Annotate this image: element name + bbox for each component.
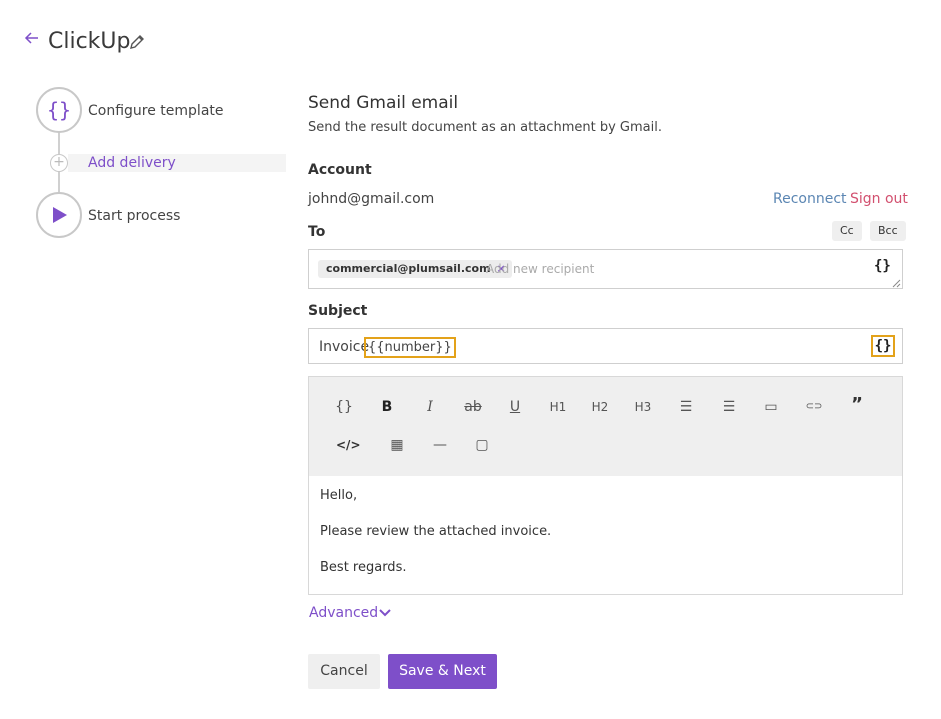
account-label: Account — [308, 162, 372, 178]
chevron-down-icon[interactable] — [378, 606, 392, 620]
sign-out-link[interactable]: Sign out — [850, 190, 908, 208]
advanced-toggle[interactable]: Advanced — [309, 604, 378, 622]
link-icon[interactable]: ⊂⊃ — [802, 396, 826, 418]
heading1-icon[interactable]: H1 — [546, 396, 570, 418]
recipient-chip: commercial@plumsail.com × — [318, 260, 512, 278]
strikethrough-icon[interactable]: ab — [461, 396, 485, 418]
braces-icon: {} — [46, 98, 72, 122]
form-title: Send Gmail email — [308, 93, 459, 113]
table-icon[interactable]: ▦ — [385, 434, 409, 456]
to-insert-token-icon[interactable]: {} — [874, 258, 891, 274]
plus-icon[interactable]: + — [50, 154, 68, 172]
step-configure-template-icon[interactable]: {} — [36, 87, 82, 133]
cancel-button[interactable]: Cancel — [308, 654, 380, 689]
body-line: Hello, — [320, 488, 358, 503]
subject-text: Invoice — [319, 339, 370, 355]
save-next-button[interactable]: Save & Next — [388, 654, 497, 689]
step-configure-template-label[interactable]: Configure template — [88, 102, 224, 120]
source-code-icon[interactable]: ▢ — [470, 434, 494, 456]
bcc-button[interactable]: Bcc — [870, 221, 906, 241]
body-line: Please review the attached invoice. — [320, 524, 552, 539]
bold-icon[interactable]: B — [375, 396, 399, 418]
pencil-icon[interactable] — [128, 33, 146, 51]
heading2-icon[interactable]: H2 — [588, 396, 612, 418]
step-start-process-icon[interactable] — [36, 192, 82, 238]
editor-toolbar — [308, 376, 903, 476]
italic-icon[interactable]: I — [418, 396, 442, 418]
account-email: johnd@gmail.com — [308, 191, 435, 207]
heading3-icon[interactable]: H3 — [631, 396, 655, 418]
reconnect-link[interactable]: Reconnect — [773, 190, 847, 208]
image-icon[interactable]: ▭ — [759, 396, 783, 418]
back-arrow-icon[interactable] — [24, 30, 40, 52]
code-icon[interactable]: </> — [336, 434, 361, 456]
recipient-input-placeholder[interactable]: Add new recipient — [486, 261, 594, 277]
page-title: ClickUp — [48, 29, 131, 54]
horizontal-rule-icon[interactable]: — — [428, 434, 452, 456]
form-subtitle: Send the result document as an attachmen… — [308, 120, 662, 135]
step-start-process-label[interactable]: Start process — [88, 207, 180, 225]
subject-label: Subject — [308, 303, 368, 319]
recipient-email: commercial@plumsail.com — [326, 262, 491, 275]
body-line: Best regards. — [320, 560, 407, 575]
subject-insert-token-icon[interactable]: {} — [871, 335, 895, 357]
add-delivery-link[interactable]: Add delivery — [88, 154, 176, 172]
bullet-list-icon[interactable]: ☰ — [674, 396, 698, 418]
numbered-list-icon[interactable]: ☰ — [717, 396, 741, 418]
subject-token[interactable]: {{number}} — [364, 337, 456, 358]
quote-icon[interactable]: ” — [845, 394, 869, 416]
to-label: To — [308, 224, 326, 240]
resize-handle-icon[interactable] — [892, 279, 901, 288]
underline-icon[interactable]: U — [503, 396, 527, 418]
cc-button[interactable]: Cc — [832, 221, 862, 241]
play-icon — [53, 207, 67, 223]
insert-token-icon[interactable]: {} — [332, 396, 356, 418]
